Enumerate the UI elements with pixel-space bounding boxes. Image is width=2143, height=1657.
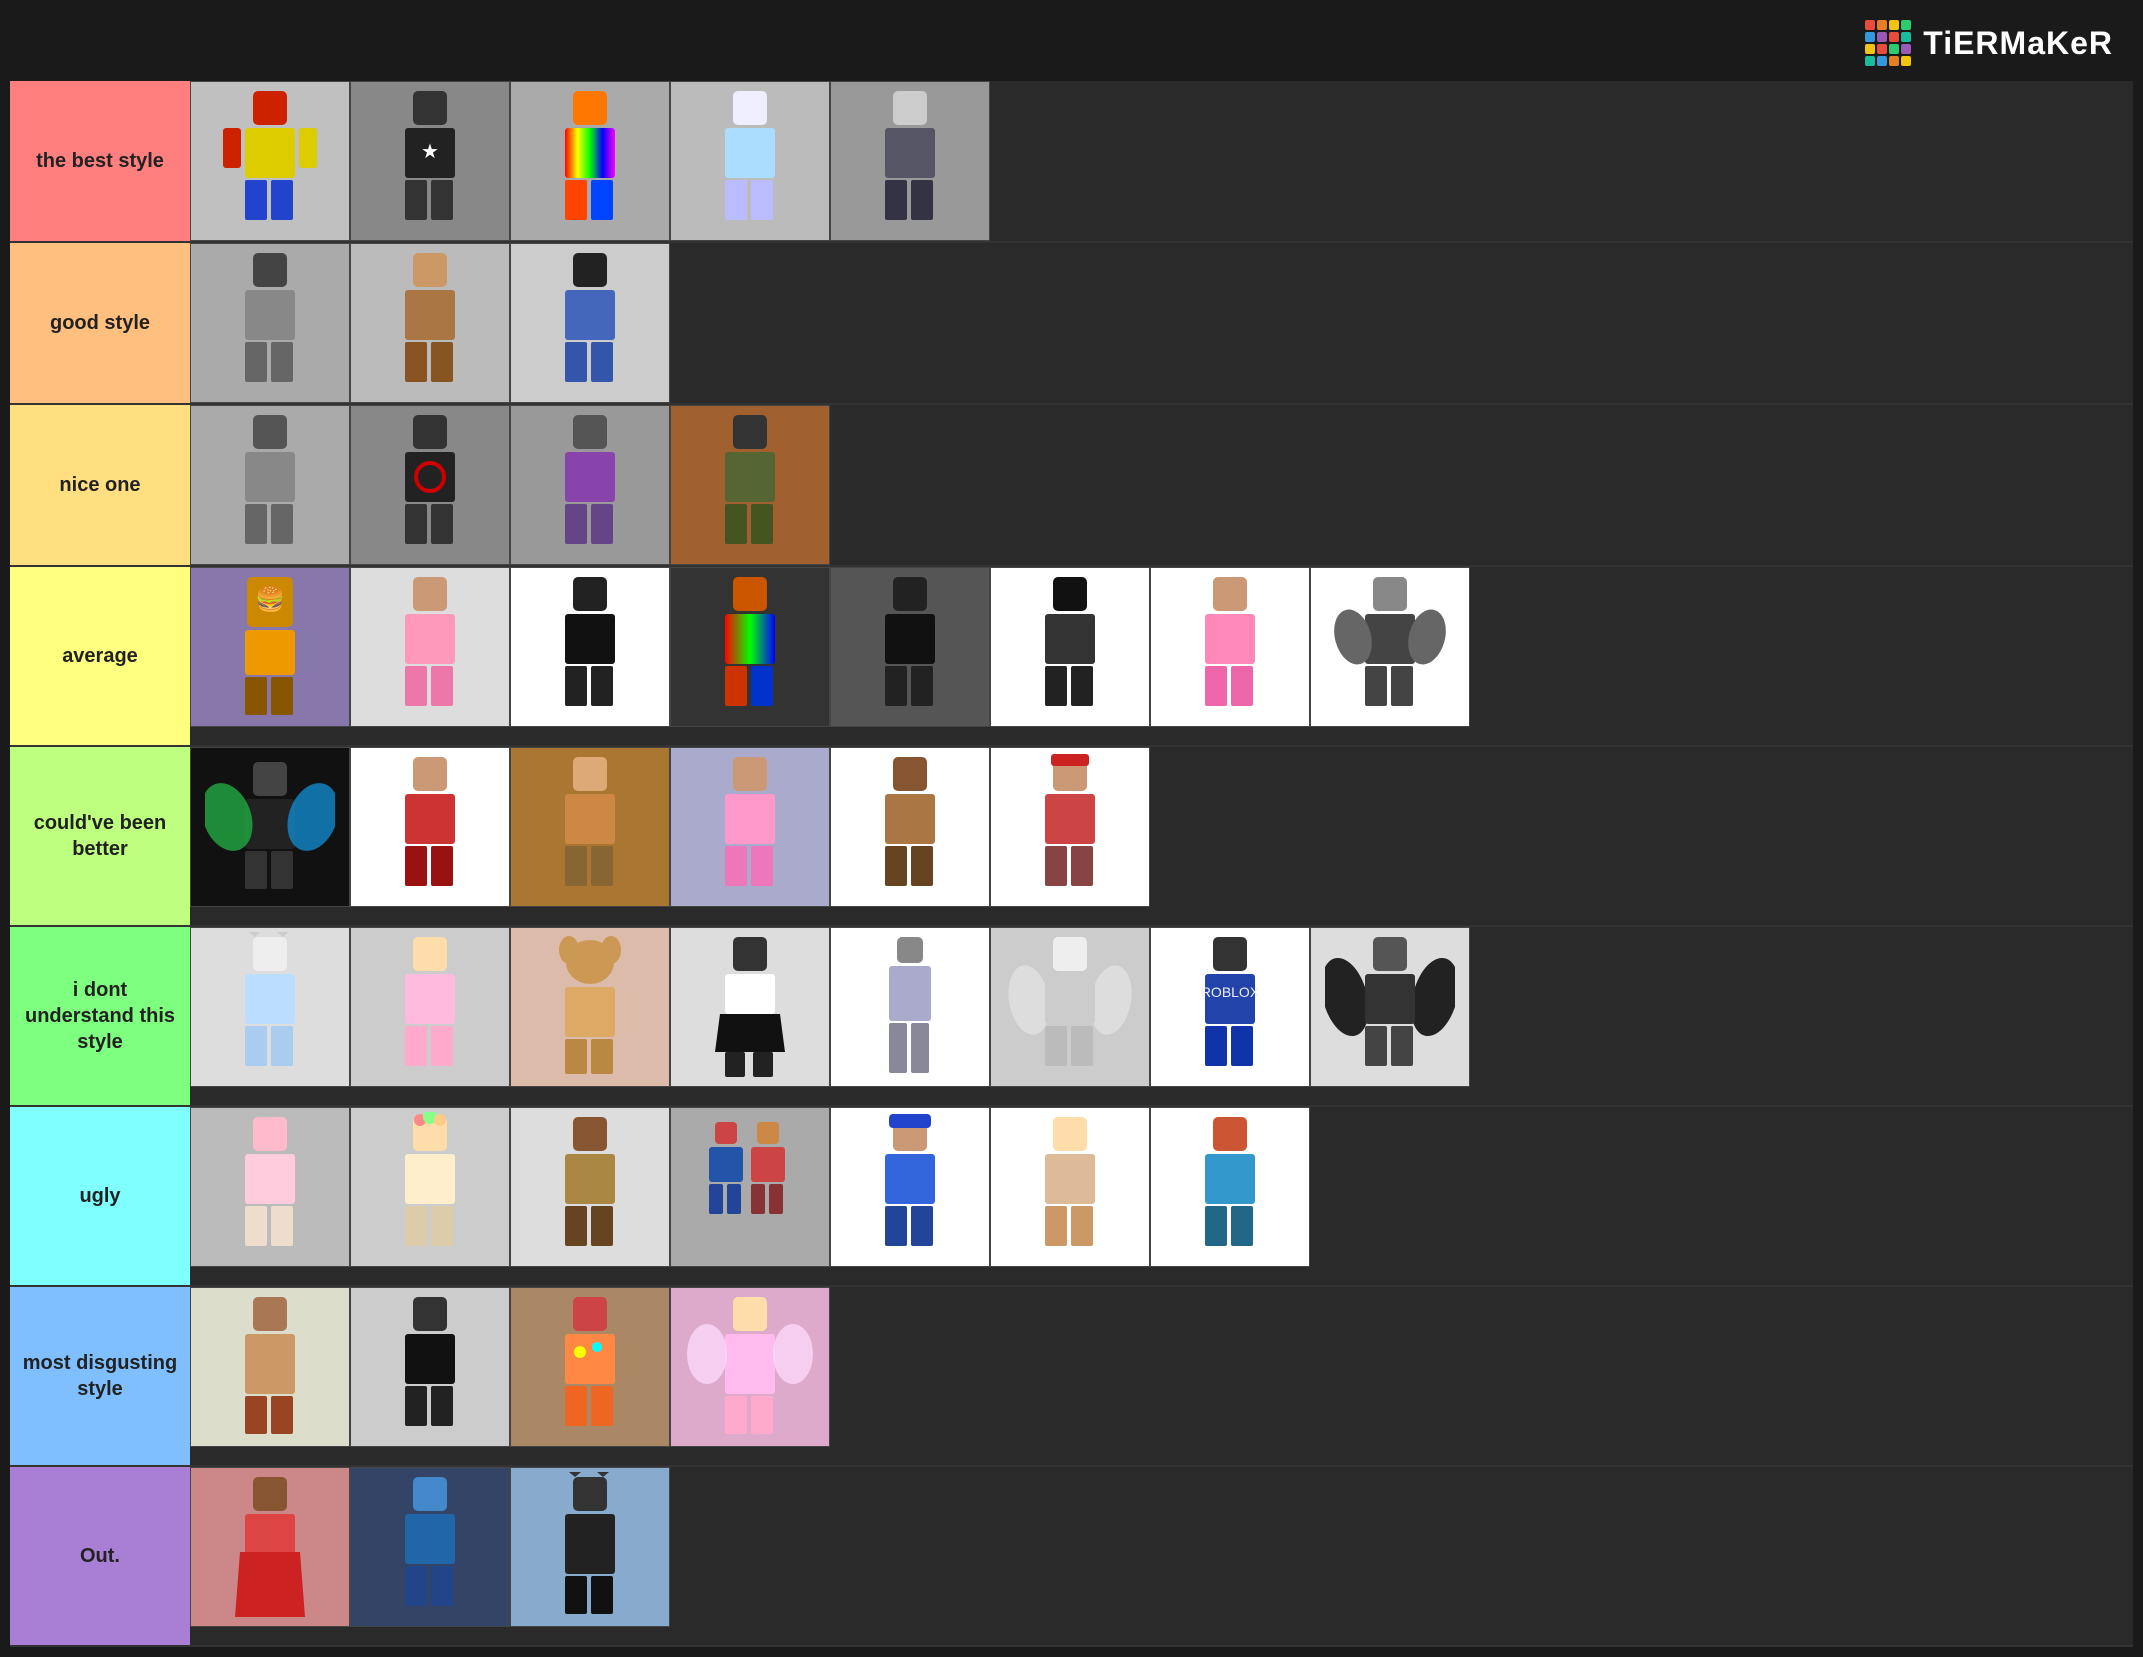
tier-item <box>510 1107 670 1267</box>
tier-item <box>350 405 510 565</box>
tier-item <box>990 747 1150 907</box>
tier-item <box>510 567 670 727</box>
tier-row-s: the best style <box>10 81 2133 243</box>
tier-item <box>510 927 670 1087</box>
tier-row-d: could've been better <box>10 747 2133 927</box>
tier-item <box>190 927 350 1087</box>
tier-label-b: nice one <box>10 405 190 565</box>
tier-items-e: ROBLOX <box>190 927 2133 1105</box>
tier-item <box>510 1467 670 1627</box>
tier-label-out: Out. <box>10 1467 190 1645</box>
svg-text:★: ★ <box>421 141 439 163</box>
tier-item <box>510 1287 670 1447</box>
tier-item <box>510 747 670 907</box>
tier-item <box>990 567 1150 727</box>
tier-item <box>990 927 1150 1087</box>
tier-item <box>1310 927 1470 1087</box>
tier-row-a: good style <box>10 243 2133 405</box>
tier-item <box>510 81 670 241</box>
tier-label-g: most disgusting style <box>10 1287 190 1465</box>
tier-row-g: most disgusting style <box>10 1287 2133 1467</box>
tier-item <box>670 927 830 1087</box>
tier-item <box>190 1467 350 1627</box>
tier-items-a <box>190 243 2133 403</box>
tier-label-f: ugly <box>10 1107 190 1285</box>
tier-item: ROBLOX <box>1150 927 1310 1087</box>
tier-label-c: average <box>10 567 190 745</box>
tier-label-e: i dont understand this style <box>10 927 190 1105</box>
tier-item <box>190 81 350 241</box>
logo-title: TiERMaKeR <box>1923 25 2113 61</box>
tier-item <box>510 243 670 403</box>
tier-items-g <box>190 1287 2133 1465</box>
tier-item <box>830 1107 990 1267</box>
tier-items-s: ★ <box>190 81 2133 241</box>
tier-table: the best style <box>10 81 2133 1647</box>
page-wrapper: TiERMaKeR the best style <box>0 0 2143 1657</box>
tier-item <box>190 1107 350 1267</box>
tier-row-b: nice one <box>10 405 2133 567</box>
tier-item <box>510 405 670 565</box>
tier-label-d: could've been better <box>10 747 190 925</box>
tier-item <box>670 81 830 241</box>
tier-row-c: average 🍔 <box>10 567 2133 747</box>
tier-item <box>1150 567 1310 727</box>
tier-item <box>670 405 830 565</box>
tier-item <box>830 927 990 1087</box>
tier-item <box>1150 1107 1310 1267</box>
tier-row-out: Out. <box>10 1467 2133 1647</box>
tier-item: 🍔 <box>190 567 350 727</box>
tier-item <box>350 1107 510 1267</box>
tier-items-f <box>190 1107 2133 1285</box>
logo-text: TiERMaKeR <box>1923 25 2113 62</box>
tier-item <box>350 567 510 727</box>
tier-item <box>830 81 990 241</box>
tier-items-c: 🍔 <box>190 567 2133 745</box>
tier-item <box>670 567 830 727</box>
tier-row-f: ugly <box>10 1107 2133 1287</box>
tier-items-b <box>190 405 2133 565</box>
tier-item <box>830 747 990 907</box>
tier-item <box>350 747 510 907</box>
tier-items-d <box>190 747 2133 925</box>
tier-item <box>190 1287 350 1447</box>
header: TiERMaKeR <box>10 10 2133 76</box>
tier-row-e: i dont understand this style <box>10 927 2133 1107</box>
logo-grid <box>1865 20 1911 66</box>
tier-item <box>350 1467 510 1627</box>
tier-item <box>830 567 990 727</box>
tier-items-out <box>190 1467 2133 1645</box>
svg-text:ROBLOX: ROBLOX <box>1201 984 1260 1000</box>
tier-item <box>1310 567 1470 727</box>
tier-item <box>190 243 350 403</box>
tier-label-a: good style <box>10 243 190 403</box>
tier-item <box>350 243 510 403</box>
tier-item <box>990 1107 1150 1267</box>
logo-container: TiERMaKeR <box>1865 20 2113 66</box>
tier-item <box>670 747 830 907</box>
tier-item: ★ <box>350 81 510 241</box>
tier-item <box>670 1107 830 1267</box>
svg-text:🍔: 🍔 <box>255 585 285 613</box>
tier-label-s: the best style <box>10 81 190 241</box>
tier-item <box>190 405 350 565</box>
tier-item <box>350 1287 510 1447</box>
tier-item <box>190 747 350 907</box>
tier-item <box>670 1287 830 1447</box>
tier-item <box>350 927 510 1087</box>
